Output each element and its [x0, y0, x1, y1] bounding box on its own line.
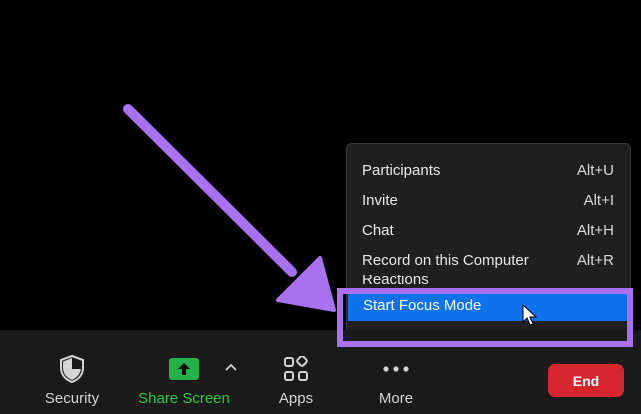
shield-icon [59, 354, 85, 384]
apps-icon [283, 354, 309, 384]
menu-item-shortcut: Alt+U [576, 161, 614, 179]
more-dots-icon [382, 354, 410, 384]
apps-button[interactable]: Apps [266, 330, 326, 414]
menu-item-label: Invite [362, 191, 398, 209]
security-button[interactable]: Security [40, 330, 104, 414]
menu-item-shortcut: Alt+H [576, 221, 614, 239]
menu-item-chat[interactable]: Chat Alt+H [347, 215, 630, 245]
menu-item-invite[interactable]: Invite Alt+I [347, 185, 630, 215]
menu-item-label: Participants [362, 161, 441, 179]
zoom-meeting-window: Participants Alt+U Invite Alt+I Chat Alt… [0, 0, 641, 414]
menu-item-label: Chat [362, 221, 394, 239]
menu-item-label: Reactions [362, 275, 429, 288]
menu-item-shortcut: Alt+I [583, 191, 614, 209]
security-label: Security [44, 390, 100, 407]
apps-label: Apps [278, 390, 314, 407]
annotation-highlight-box [337, 288, 633, 347]
menu-item-label: Record on this Computer [362, 251, 529, 269]
end-button[interactable]: End [548, 364, 624, 397]
share-screen-label: Share Screen [138, 390, 230, 407]
menu-item-record[interactable]: Record on this Computer Alt+R [347, 245, 630, 275]
chevron-up-icon[interactable] [224, 360, 238, 374]
share-screen-button[interactable]: Share Screen [134, 330, 234, 414]
menu-item-reactions[interactable]: Reactions [347, 275, 630, 289]
more-label: More [378, 390, 414, 407]
menu-item-shortcut: Alt+R [576, 251, 614, 269]
menu-item-participants[interactable]: Participants Alt+U [347, 155, 630, 185]
share-screen-arrow-icon [169, 354, 199, 384]
